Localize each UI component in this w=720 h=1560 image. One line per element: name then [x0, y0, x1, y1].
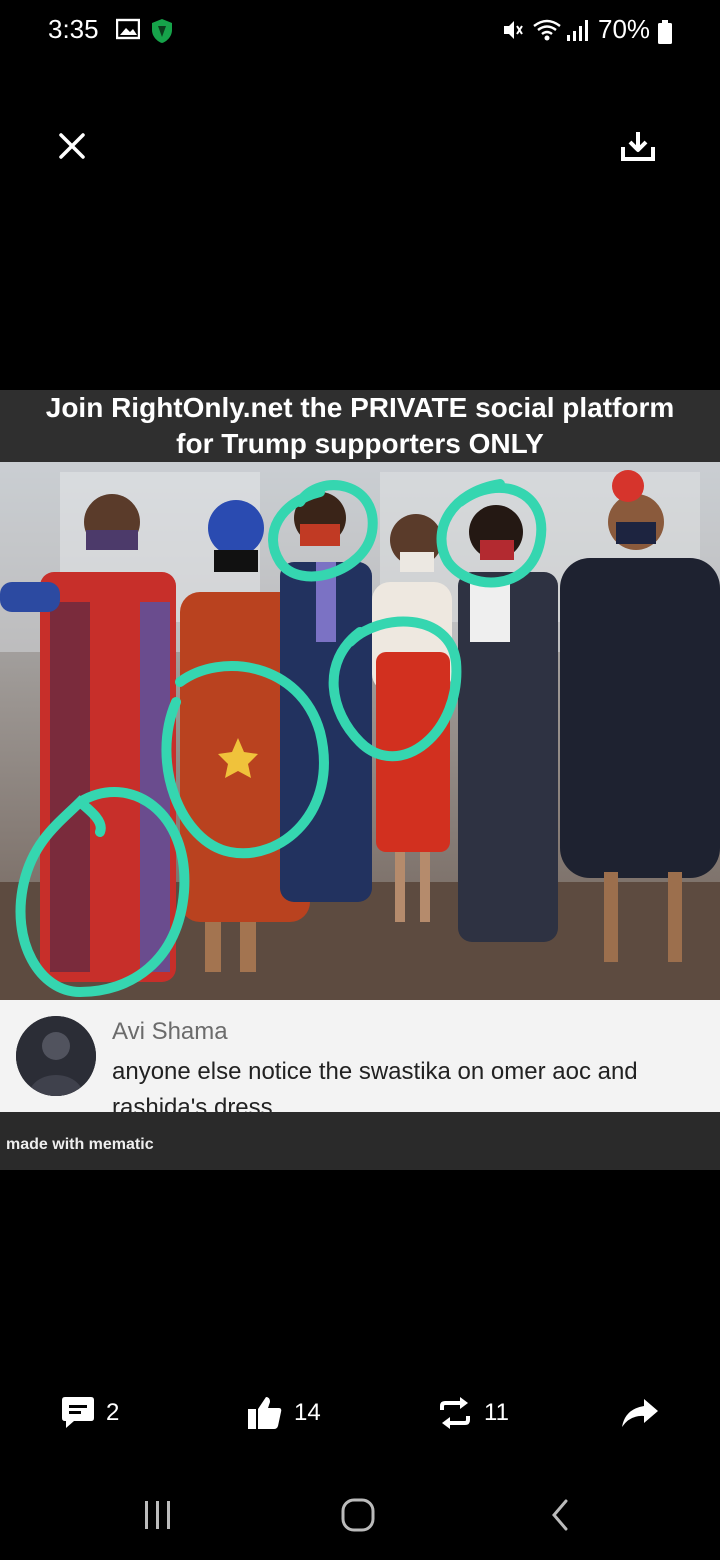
share-button[interactable]	[620, 1388, 660, 1438]
mute-icon	[502, 18, 526, 47]
like-button[interactable]: 14	[246, 1388, 321, 1438]
share-icon	[622, 1399, 658, 1427]
comment-count: 2	[106, 1399, 120, 1426]
system-nav-bar	[0, 1470, 720, 1560]
close-icon	[59, 133, 85, 159]
repost-button[interactable]: 11	[436, 1388, 509, 1438]
group-photo	[0, 462, 720, 1000]
caption-bar: Join RightOnly.net the PRIVATE social pl…	[0, 390, 720, 462]
wifi-icon	[532, 18, 562, 47]
comment-icon	[62, 1397, 94, 1428]
download-button[interactable]	[612, 120, 664, 172]
back-icon	[552, 1499, 568, 1531]
shield-icon	[150, 18, 174, 49]
repost-count: 11	[484, 1399, 509, 1426]
like-count: 14	[294, 1399, 321, 1426]
signal-icon	[566, 18, 592, 47]
comment-button[interactable]: 2	[60, 1388, 119, 1438]
battery-percent: 70%	[598, 14, 651, 44]
comment-author: Avi Shama	[112, 1018, 228, 1045]
meme-caption: Join RightOnly.net the PRIVATE social pl…	[45, 392, 675, 459]
repost-icon	[440, 1397, 470, 1429]
recent-apps-button[interactable]	[128, 1490, 188, 1540]
home-icon	[341, 1498, 375, 1532]
gallery-icon	[115, 18, 141, 45]
home-button[interactable]	[328, 1490, 388, 1540]
meme-image[interactable]: Join RightOnly.net the PRIVATE social pl…	[0, 390, 720, 1170]
download-icon	[621, 132, 655, 161]
battery-icon	[658, 20, 672, 49]
post-actions: 2 14 11	[0, 1380, 720, 1450]
status-bar: 3:35 70%	[0, 0, 720, 64]
watermark-text: made with mematic	[6, 1136, 154, 1153]
avatar	[16, 1016, 96, 1096]
photo-illustration	[0, 462, 720, 1000]
thumbs-up-icon	[248, 1397, 282, 1429]
recent-apps-icon	[145, 1501, 170, 1529]
embedded-comment: Avi Shama anyone else notice the swastik…	[0, 1000, 720, 1121]
status-time: 3:35	[48, 14, 99, 44]
back-button[interactable]	[530, 1490, 590, 1540]
close-button[interactable]	[46, 120, 98, 172]
watermark-bar: made with mematic	[0, 1112, 720, 1170]
